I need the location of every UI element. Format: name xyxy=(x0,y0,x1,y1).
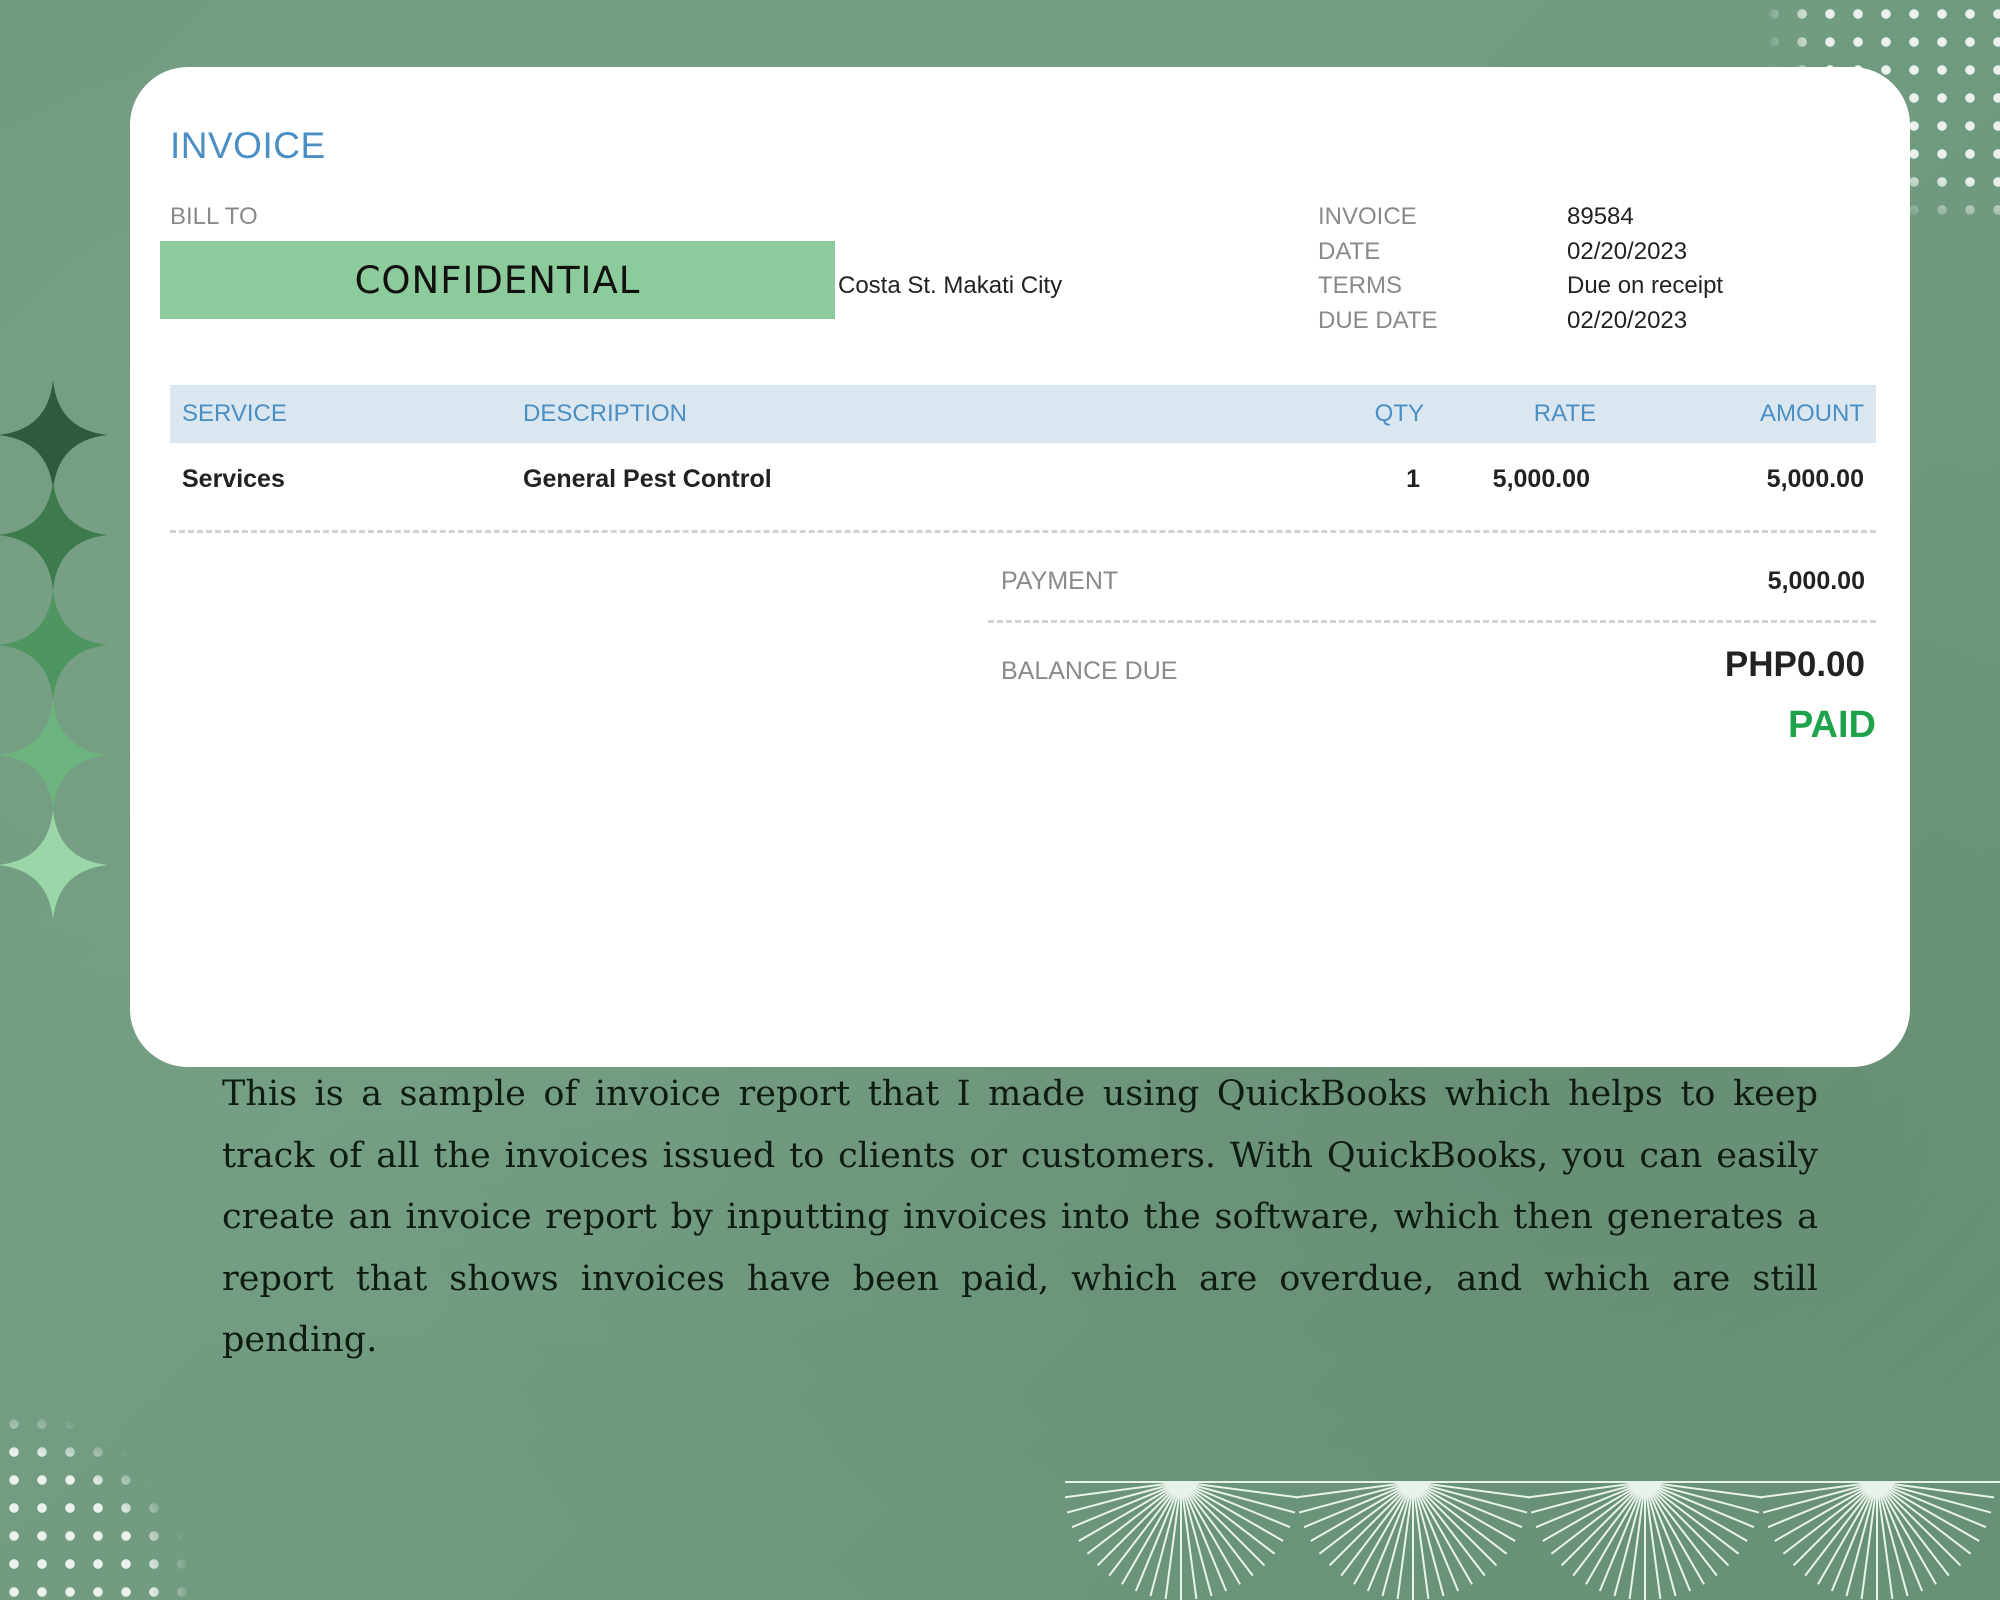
column-header-description: DESCRIPTION xyxy=(523,400,688,427)
payment-value: 5,000.00 xyxy=(1767,567,1865,595)
sparkle-icon xyxy=(0,480,108,590)
sunburst-ray xyxy=(1298,1481,1414,1514)
column-header-service: SERVICE xyxy=(182,400,287,427)
sunburst-ray xyxy=(1613,1481,1646,1597)
sunburst-ray xyxy=(1876,1481,1909,1597)
sunburst-ray xyxy=(1066,1481,1182,1514)
column-header-rate: RATE xyxy=(1533,400,1596,427)
confidential-redaction: CONFIDENTIAL xyxy=(160,241,835,319)
sunburst-ray xyxy=(1762,1481,1878,1514)
sunburst-ray xyxy=(1530,1481,1646,1514)
sunburst-ray xyxy=(1412,1481,1445,1597)
invoice-title: INVOICE xyxy=(170,125,326,166)
row-rate: 5,000.00 xyxy=(1492,465,1590,493)
summary-divider xyxy=(988,620,1876,623)
terms-value: Due on receipt xyxy=(1567,272,1724,299)
bill-to-label: BILL TO xyxy=(170,203,258,230)
terms-label: TERMS xyxy=(1318,272,1402,299)
sunburst-ray xyxy=(1180,1481,1213,1597)
date-value: 02/20/2023 xyxy=(1567,238,1688,265)
sunburst-ray xyxy=(1845,1481,1878,1597)
due-date-value: 02/20/2023 xyxy=(1567,307,1688,334)
balance-due-label: BALANCE DUE xyxy=(1001,657,1178,685)
invoice-number-value: 89584 xyxy=(1567,203,1634,230)
row-divider xyxy=(170,530,1876,533)
row-service: Services xyxy=(182,465,285,493)
sparkle-icon xyxy=(0,590,108,700)
bill-to-address: Costa St. Makati City xyxy=(838,272,1063,299)
column-header-qty: QTY xyxy=(1374,400,1424,427)
sunburst-ray xyxy=(1381,1481,1414,1597)
sparkle-icon xyxy=(0,380,108,490)
sunburst-ray xyxy=(1412,1481,1528,1514)
dot-pattern-bottom-left xyxy=(0,1410,190,1600)
sparkle-icon xyxy=(0,700,108,810)
row-description: General Pest Control xyxy=(523,465,772,493)
sunburst-ray xyxy=(1876,1481,1992,1514)
invoice-card: INVOICE BILL TO CONFIDENTIAL Costa St. M… xyxy=(130,67,1910,1067)
balance-due-value: PHP0.00 xyxy=(1724,645,1865,684)
payment-label: PAYMENT xyxy=(1001,567,1119,595)
sunburst-ray xyxy=(1149,1481,1182,1597)
row-amount: 5,000.00 xyxy=(1766,465,1864,493)
sunburst-ray xyxy=(1644,1481,1677,1597)
paid-status: PAID xyxy=(1788,704,1876,746)
sunburst-ray xyxy=(1180,1481,1296,1514)
sparkle-icon xyxy=(0,810,108,920)
date-label: DATE xyxy=(1318,238,1381,265)
sunburst-ray xyxy=(1644,1481,1760,1514)
row-qty: 1 xyxy=(1406,465,1420,493)
sunburst-decoration xyxy=(1065,1481,2000,1600)
table-header: SERVICE DESCRIPTION QTY RATE AMOUNT xyxy=(170,385,1876,443)
sparkle-decoration xyxy=(0,380,108,920)
invoice-number-label: INVOICE xyxy=(1318,203,1417,230)
due-date-label: DUE DATE xyxy=(1318,307,1438,334)
column-header-amount: AMOUNT xyxy=(1760,400,1864,427)
caption-text: This is a sample of invoice report that … xyxy=(222,1074,1818,1360)
